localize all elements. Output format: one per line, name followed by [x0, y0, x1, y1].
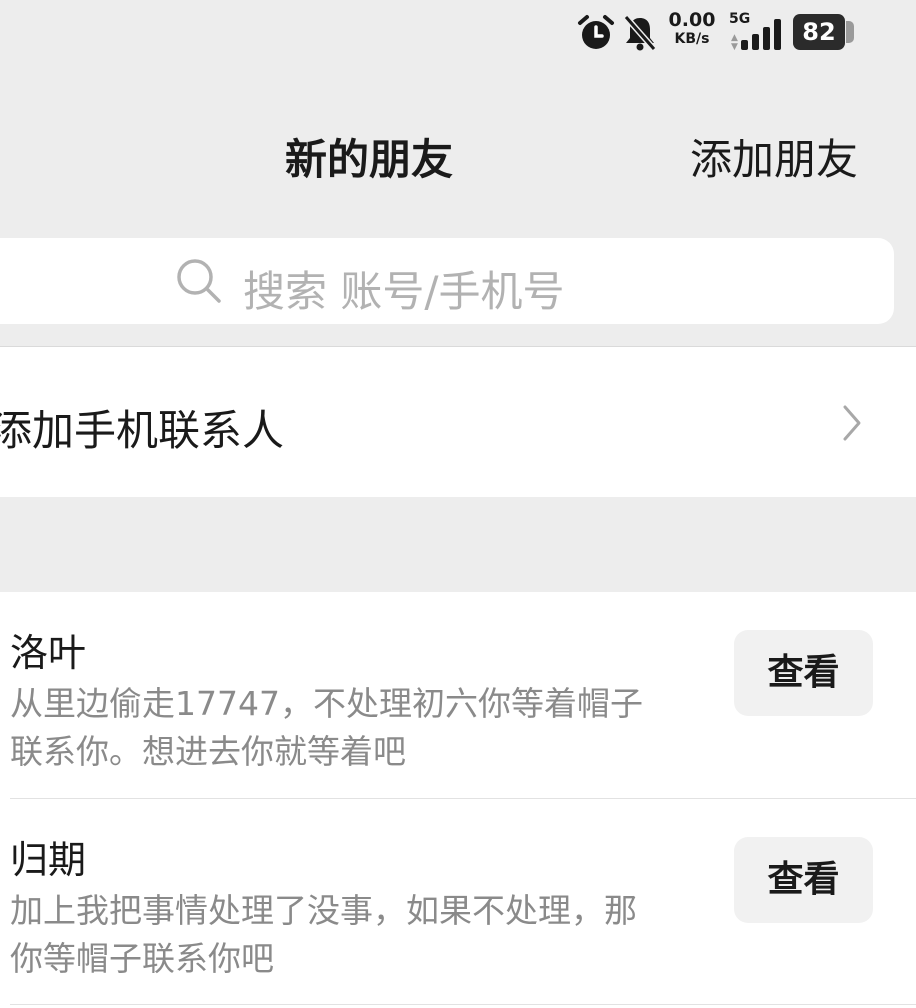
view-button[interactable]: 查看	[734, 630, 873, 716]
network-speed-unit: KB/s	[674, 31, 710, 47]
network-speed: 0.00 KB/s	[666, 9, 718, 47]
status-bar: 0.00 KB/s 5G ▲ ▼ 82	[0, 0, 916, 70]
page-title: 新的朋友	[285, 135, 454, 184]
search-placeholder: 搜索 账号/手机号	[243, 267, 565, 316]
bell-muted-icon	[623, 14, 657, 56]
request-name: 归期	[10, 838, 87, 882]
request-message: 加上我把事情处理了没事，如果不处理，那你等帽子联系你吧	[10, 891, 637, 978]
chevron-right-icon	[840, 403, 864, 447]
view-button[interactable]: 查看	[734, 837, 873, 923]
add-phone-contacts-label: 添加手机联系人	[0, 406, 285, 455]
data-arrows-icon: ▲ ▼	[731, 33, 738, 52]
divider	[10, 1004, 916, 1005]
battery-icon: 82	[793, 14, 845, 50]
search-icon	[176, 258, 222, 308]
add-friend-button[interactable]: 添加朋友	[690, 126, 858, 187]
battery-tip	[846, 21, 854, 43]
request-name: 洛叶	[10, 631, 87, 675]
alarm-icon	[576, 14, 616, 56]
request-message: 从里边偷走17747，不处理初六你等着帽子联系你。想进去你就等着吧	[10, 684, 643, 771]
signal-icon	[741, 16, 785, 54]
divider	[10, 798, 916, 799]
network-speed-value: 0.00	[668, 9, 716, 31]
